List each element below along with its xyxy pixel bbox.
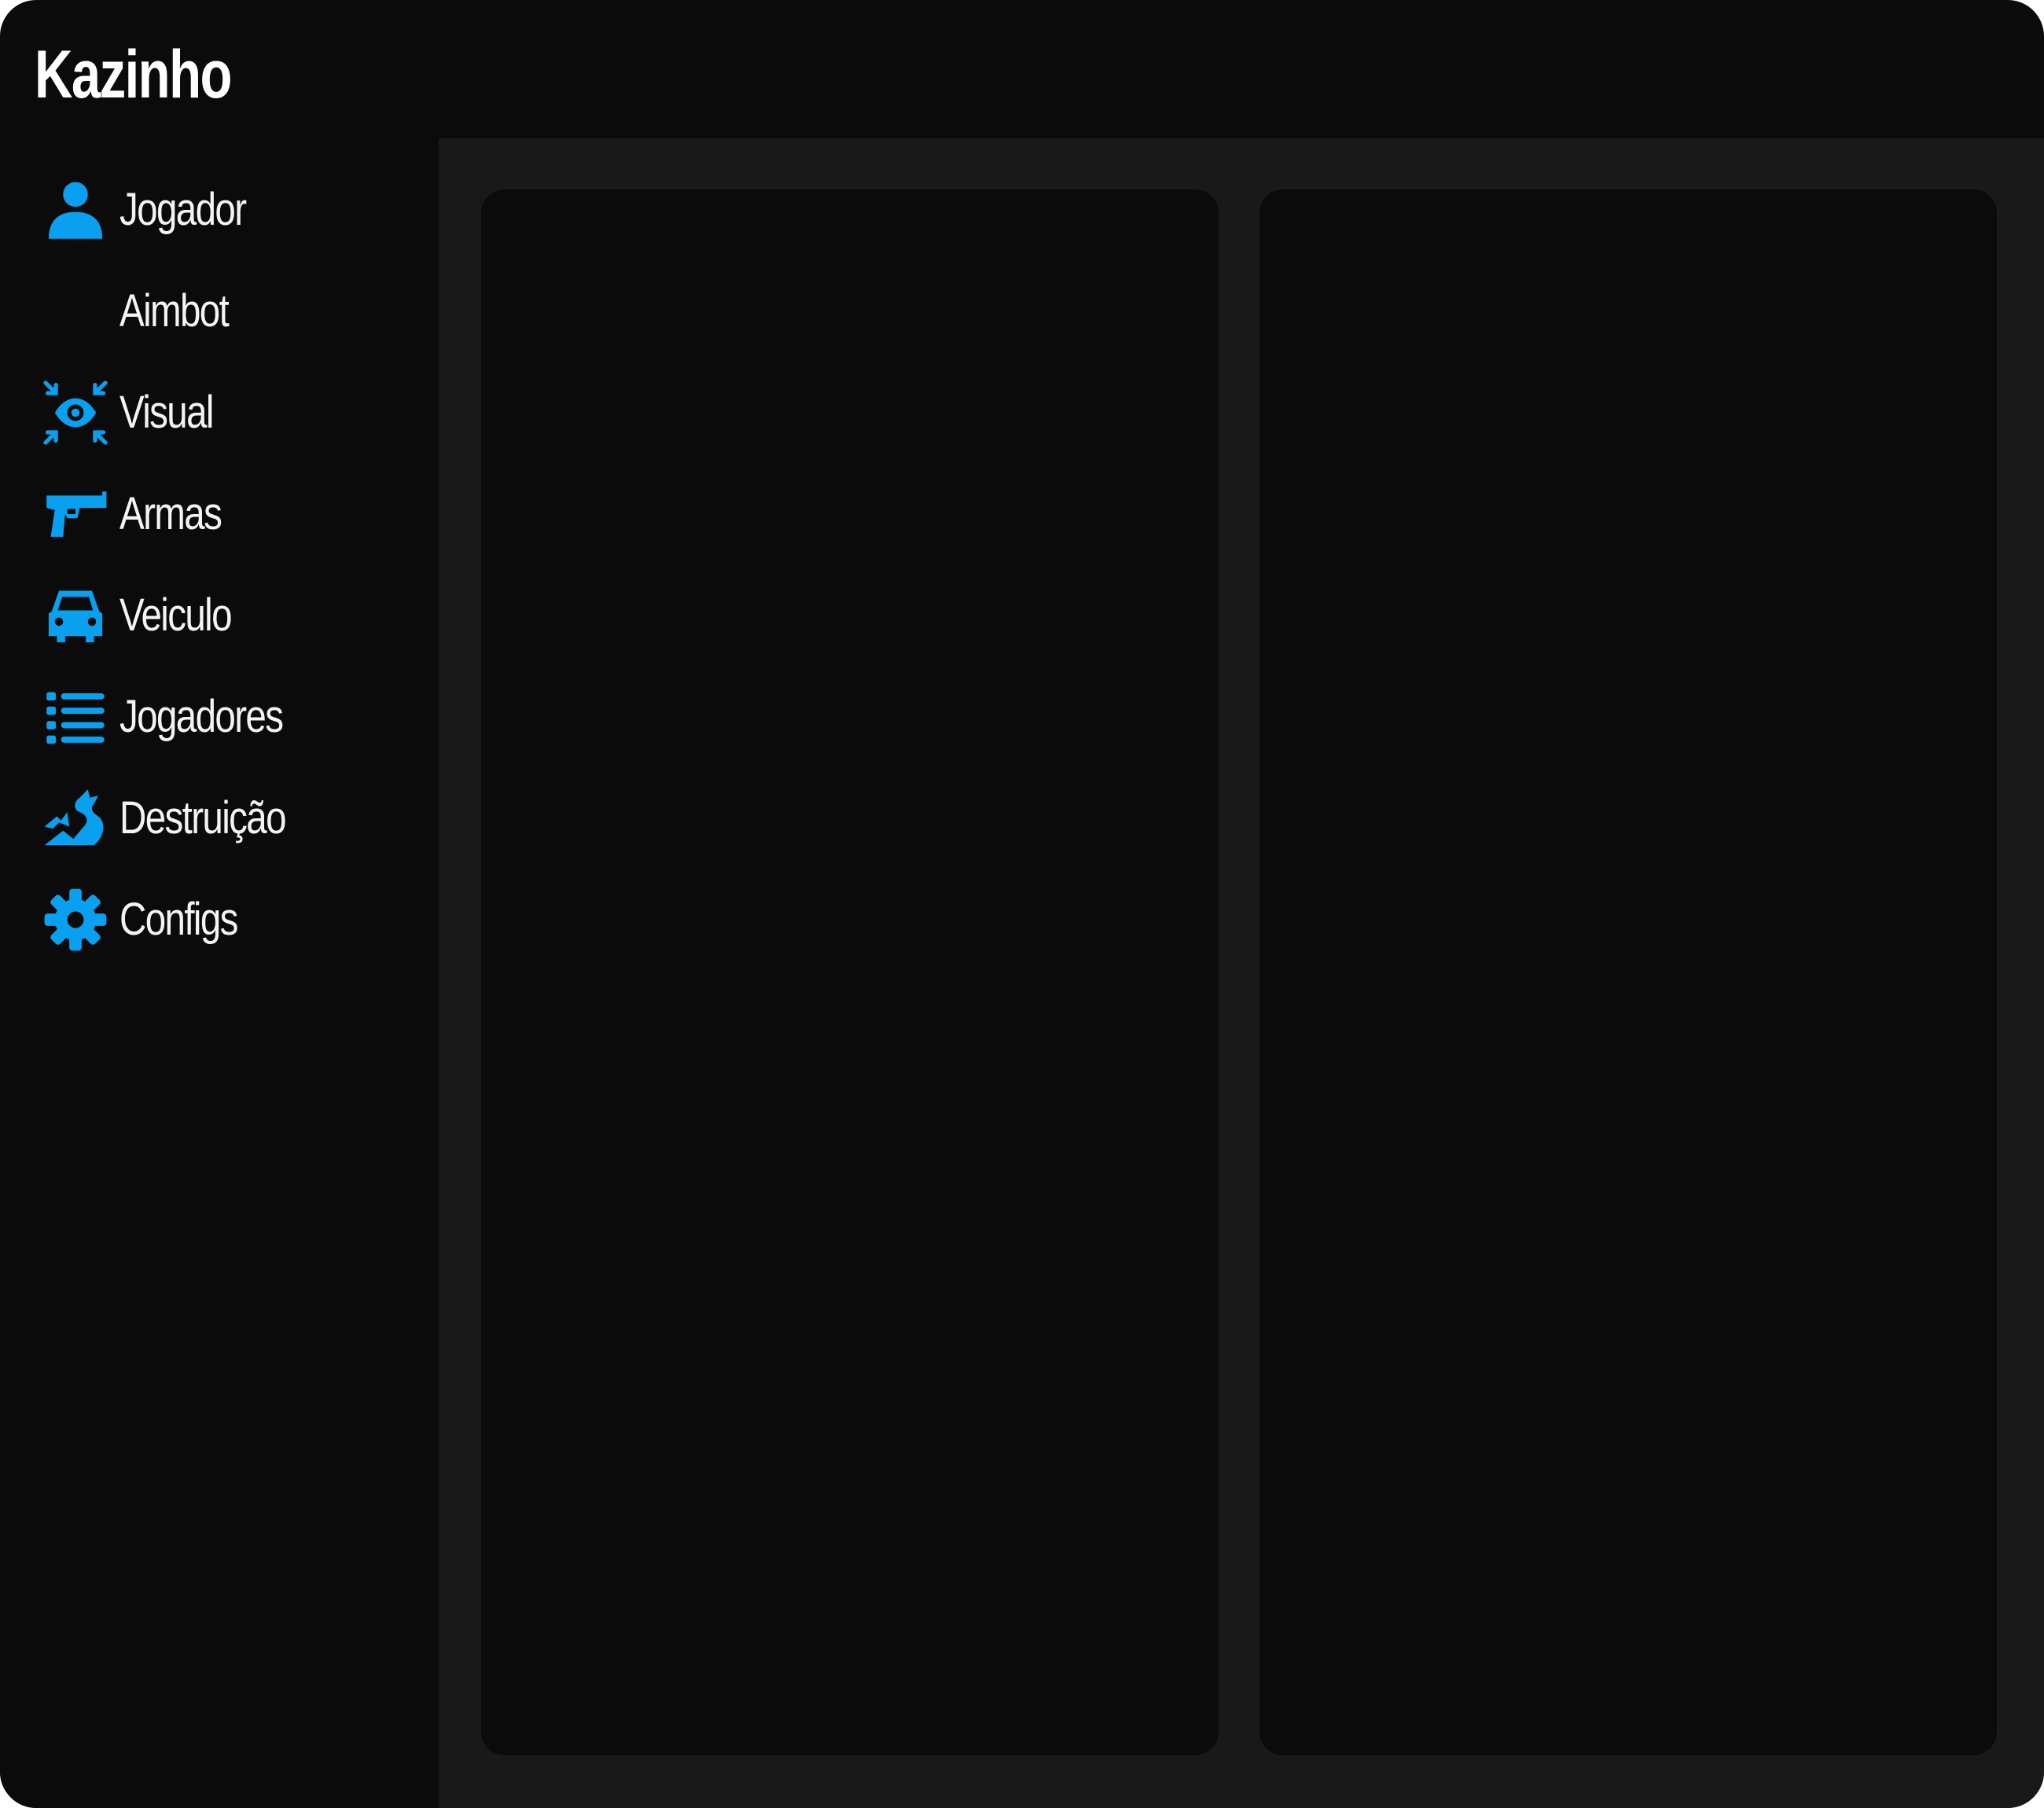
sidebar-item-destruicao[interactable]: Destruição bbox=[38, 767, 415, 869]
sidebar-item-configs[interactable]: Configs bbox=[38, 869, 415, 970]
destruction-icon bbox=[38, 781, 113, 856]
sidebar-item-visual[interactable]: Visual bbox=[38, 362, 415, 463]
user-icon bbox=[38, 172, 113, 248]
sidebar-item-label: Armas bbox=[119, 488, 222, 539]
sidebar-item-label: Aimbot bbox=[119, 285, 230, 336]
sidebar-item-label: Destruição bbox=[119, 792, 287, 843]
sidebar-item-jogadores[interactable]: Jogadores bbox=[38, 666, 415, 767]
sidebar: Jogador Aimbot Visual Armas Veiculo Joga… bbox=[0, 138, 439, 1808]
sidebar-item-label: Configs bbox=[119, 894, 238, 945]
sidebar-item-label: Visual bbox=[119, 387, 214, 438]
gear-icon bbox=[38, 882, 113, 957]
eye-focus-icon bbox=[38, 375, 113, 450]
main-content bbox=[439, 138, 2044, 1808]
pistol-icon bbox=[38, 476, 113, 552]
list-icon bbox=[38, 679, 113, 755]
right-panel bbox=[1259, 189, 1997, 1755]
sidebar-item-armas[interactable]: Armas bbox=[38, 463, 415, 564]
sidebar-nav: Jogador Aimbot Visual Armas Veiculo Joga… bbox=[38, 159, 415, 970]
app-title: Kazinho bbox=[35, 36, 233, 112]
crescent-moon-icon bbox=[38, 274, 113, 349]
sidebar-item-jogador[interactable]: Jogador bbox=[38, 159, 415, 260]
sidebar-item-label: Veiculo bbox=[119, 590, 233, 641]
car-icon bbox=[38, 578, 113, 653]
sidebar-item-label: Jogador bbox=[119, 184, 247, 235]
sidebar-item-aimbot[interactable]: Aimbot bbox=[38, 260, 415, 362]
sidebar-item-veiculo[interactable]: Veiculo bbox=[38, 564, 415, 666]
sidebar-item-label: Jogadores bbox=[119, 691, 284, 742]
app-window: Kazinho Jogador Aimbot Visual Armas Veic… bbox=[0, 0, 2044, 1808]
left-panel bbox=[481, 189, 1219, 1755]
